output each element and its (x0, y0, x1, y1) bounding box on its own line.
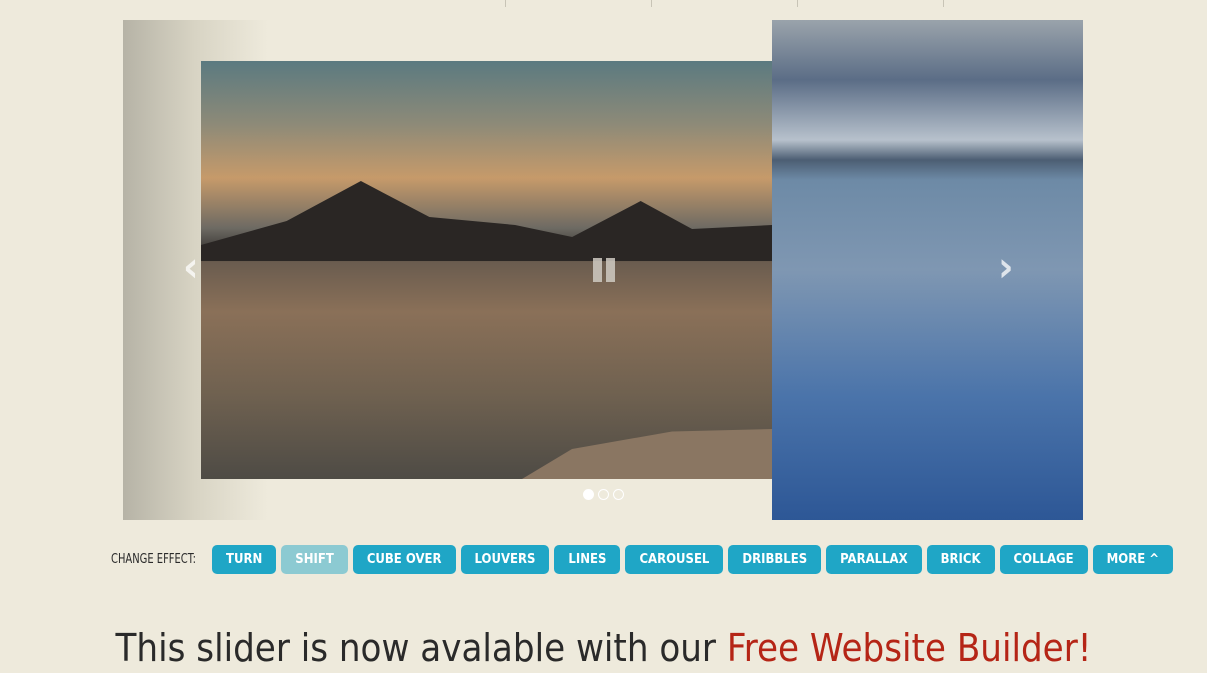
promo-heading: This slider is now avalable with our Fre… (0, 626, 1207, 670)
slide-dot-1[interactable] (583, 489, 594, 500)
effect-parallax-button[interactable]: PARALLAX (826, 545, 922, 574)
slide-pagination (583, 489, 624, 500)
nav-divider (505, 0, 506, 7)
nav-divider (797, 0, 798, 7)
pause-icon[interactable] (593, 258, 617, 282)
nav-divider (943, 0, 944, 7)
slide-image-sunset-lake (201, 61, 772, 479)
effect-selector: CHANGE EFFECT: TURN SHIFT CUBE OVER LOUV… (111, 545, 1174, 574)
chevron-right-icon[interactable]: › (998, 246, 1014, 288)
effect-cube-over-button[interactable]: CUBE OVER (352, 545, 456, 574)
chevron-left-icon[interactable]: ‹ (183, 246, 199, 288)
slide-dot-3[interactable] (613, 489, 624, 500)
effect-lines-button[interactable]: LINES (554, 545, 621, 574)
effect-turn-button[interactable]: TURN (212, 545, 277, 574)
slide-image-frozen-lake (772, 20, 1083, 520)
effect-brick-button[interactable]: BRICK (926, 545, 995, 574)
effect-shift-button[interactable]: SHIFT (281, 545, 348, 574)
nav-divider (651, 0, 652, 7)
promo-text: This slider is now avalable with our (115, 626, 727, 670)
change-effect-label: CHANGE EFFECT: (111, 552, 196, 567)
effect-carousel-button[interactable]: CAROUSEL (625, 545, 724, 574)
effect-louvers-button[interactable]: LOUVERS (460, 545, 550, 574)
effect-collage-button[interactable]: COLLAGE (999, 545, 1088, 574)
slide-dot-2[interactable] (598, 489, 609, 500)
free-website-builder-link[interactable]: Free Website Builder! (727, 626, 1092, 670)
effect-dribbles-button[interactable]: DRIBBLES (728, 545, 822, 574)
effect-more-button[interactable]: MORE ^ (1092, 545, 1174, 574)
